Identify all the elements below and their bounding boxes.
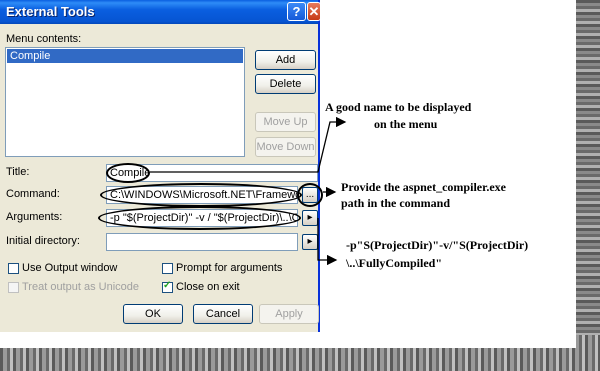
initial-directory-field[interactable] — [106, 233, 298, 251]
browse-highlight-oval — [297, 183, 323, 207]
cancel-button[interactable]: Cancel — [193, 304, 253, 324]
external-tools-dialog: External Tools ? ✕ Menu contents: Compil… — [0, 0, 321, 332]
help-button[interactable]: ? — [287, 2, 306, 21]
arguments-label: Arguments: — [6, 211, 63, 223]
command-label: Command: — [6, 188, 60, 200]
unicode-label: Treat output as Unicode — [22, 281, 139, 293]
delete-button[interactable]: Delete — [255, 74, 316, 94]
title-label: Title: — [6, 166, 30, 178]
apply-button[interactable]: Apply — [259, 304, 319, 324]
menu-contents-label: Menu contents: — [6, 33, 82, 45]
add-button[interactable]: Add — [255, 50, 316, 70]
window-title: External Tools — [6, 4, 95, 19]
title-highlight-oval — [106, 163, 150, 183]
ok-button[interactable]: OK — [123, 304, 183, 324]
command-note-line2: path in the command — [341, 196, 451, 210]
args-note-line2: \..\FullyCompiled" — [346, 256, 443, 270]
title-note-line1: A good name to be displayed — [325, 100, 472, 114]
use-output-label: Use Output window — [22, 262, 118, 274]
prompt-arguments-label: Prompt for arguments — [176, 262, 283, 274]
use-output-checkbox[interactable] — [8, 263, 19, 274]
command-note-line1: Provide the aspnet_compiler.exe — [341, 180, 506, 194]
title-note-line2: on the menu — [374, 117, 438, 131]
list-item[interactable]: Compile — [7, 49, 243, 63]
arguments-menu-button[interactable]: ▸ — [302, 210, 318, 226]
initial-directory-label: Initial directory: — [6, 235, 80, 247]
move-up-button[interactable]: Move Up — [255, 112, 316, 132]
command-highlight-oval — [100, 183, 302, 207]
close-button[interactable]: ✕ — [307, 2, 321, 21]
menu-contents-list[interactable]: Compile — [5, 47, 245, 157]
title-bar[interactable]: External Tools ? ✕ — [0, 0, 321, 24]
close-on-exit-checkbox[interactable] — [162, 280, 173, 293]
close-on-exit-label: Close on exit — [176, 281, 240, 293]
args-note-line1: -p"S(ProjectDir)"-v/"S(ProjectDir) — [346, 238, 529, 252]
prompt-arguments-checkbox[interactable] — [162, 263, 173, 274]
arguments-highlight-oval — [98, 206, 301, 230]
initial-directory-menu-button[interactable]: ▸ — [302, 234, 318, 250]
move-down-button[interactable]: Move Down — [255, 137, 316, 157]
unicode-checkbox[interactable] — [8, 282, 19, 293]
